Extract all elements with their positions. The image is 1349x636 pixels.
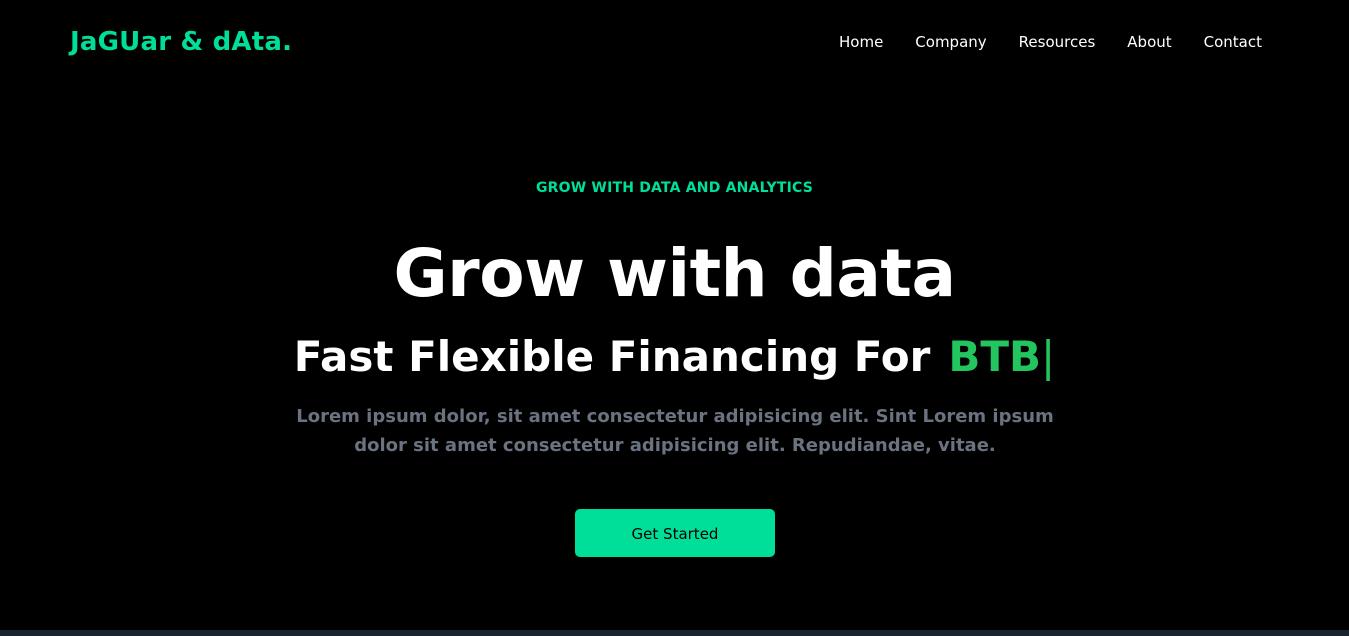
typing-cursor: |: [1041, 332, 1056, 381]
hero-description: Lorem ipsum dolor, sit amet consectetur …: [296, 406, 1054, 456]
hero-section: GROW WITH DATA AND ANALYTICS Grow with d…: [0, 0, 1349, 630]
next-section-edge: [0, 630, 1349, 636]
hero-headline: Grow with data: [393, 235, 957, 312]
hero-subheadline: Fast Flexible Financing For BTB|: [0, 328, 1349, 386]
get-started-button[interactable]: Get Started: [575, 509, 775, 557]
subhead-prefix: Fast Flexible Financing For: [293, 332, 931, 381]
hero-eyebrow: GROW WITH DATA AND ANALYTICS: [535, 180, 814, 196]
typed-text: BTB: [948, 332, 1042, 381]
